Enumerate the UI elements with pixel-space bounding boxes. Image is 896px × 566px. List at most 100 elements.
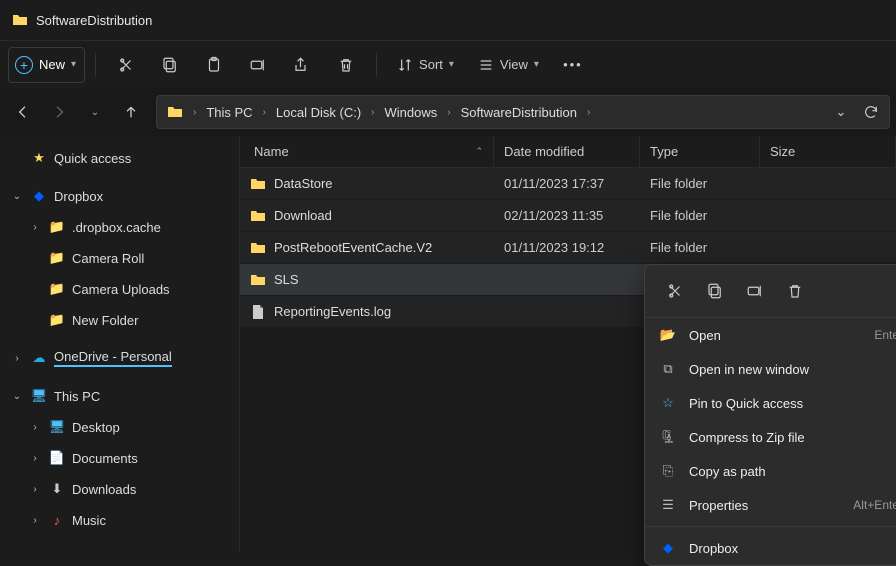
column-date[interactable]: Date modified — [494, 136, 640, 167]
view-button[interactable]: View ▾ — [468, 47, 549, 83]
sidebar-label: New Folder — [72, 313, 138, 328]
share-button[interactable] — [282, 47, 322, 83]
delete-button[interactable] — [326, 47, 366, 83]
column-label: Name — [254, 144, 289, 159]
file-name: DataStore — [274, 176, 333, 191]
recent-button[interactable]: ⌄ — [78, 95, 112, 129]
sidebar-label: Dropbox — [54, 189, 103, 204]
column-headers: Name ⌃ Date modified Type Size — [240, 136, 896, 168]
ctx-compress-zip[interactable]: 🗜Compress to Zip file — [645, 420, 896, 454]
breadcrumb-seg[interactable]: Local Disk (C:) — [270, 101, 367, 124]
back-button[interactable] — [6, 95, 40, 129]
paste-button[interactable] — [194, 47, 234, 83]
expander-icon: ⌄ — [10, 191, 24, 202]
sidebar-quick-access[interactable]: ★ Quick access — [4, 143, 235, 173]
star-icon: ★ — [30, 150, 48, 166]
file-type: File folder — [640, 176, 760, 191]
file-row[interactable]: DataStore01/11/2023 17:37File folder — [240, 168, 896, 199]
expander-icon: ⌄ — [10, 391, 24, 402]
content-area: Name⌃ Date modified Type Size DataStore0… — [240, 136, 896, 552]
more-button[interactable]: ••• — [553, 47, 593, 83]
sidebar-desktop[interactable]: ›🖥Desktop — [4, 412, 235, 442]
column-label: Date modified — [504, 144, 584, 159]
sidebar-this-pc[interactable]: ⌄🖥This PC — [4, 381, 235, 411]
file-name: PostRebootEventCache.V2 — [274, 240, 432, 255]
file-date: 01/11/2023 19:12 — [494, 240, 640, 255]
forward-button[interactable] — [42, 95, 76, 129]
file-row[interactable]: Download02/11/2023 11:35File folder — [240, 200, 896, 231]
copy-button[interactable] — [150, 47, 190, 83]
file-icon — [250, 304, 266, 320]
sidebar-music[interactable]: ›♪Music — [4, 505, 235, 535]
address-dropdown[interactable]: ⌄ — [827, 104, 855, 120]
sidebar-downloads[interactable]: ›⬇Downloads — [4, 474, 235, 504]
sort-asc-icon: ⌃ — [475, 146, 483, 157]
chevron-right-icon: › — [369, 107, 376, 118]
expander-icon: › — [28, 453, 42, 464]
properties-icon: ☰ — [659, 497, 677, 513]
ctx-rename-button[interactable] — [739, 275, 771, 307]
expander-icon: › — [28, 422, 42, 433]
folder-icon — [250, 272, 266, 288]
share-icon — [293, 56, 311, 74]
sidebar-camera-roll[interactable]: 📁Camera Roll — [4, 243, 235, 273]
titlebar: SoftwareDistribution — [0, 0, 896, 40]
chevron-right-icon: › — [445, 107, 452, 118]
column-name[interactable]: Name ⌃ — [240, 136, 494, 167]
refresh-button[interactable] — [857, 104, 885, 120]
view-label: View — [500, 57, 528, 72]
expander-icon: › — [28, 515, 42, 526]
ctx-dropbox[interactable]: ◆Dropbox› — [645, 531, 896, 565]
ctx-delete-button[interactable] — [779, 275, 811, 307]
sort-icon — [397, 57, 413, 73]
ctx-open-new-window[interactable]: ⧉Open in new window — [645, 352, 896, 386]
folder-icon: 📁 — [48, 312, 66, 328]
sidebar-label: OneDrive - Personal — [54, 349, 172, 367]
sidebar: ★ Quick access ⌄◆Dropbox ›📁.dropbox.cache… — [0, 136, 240, 552]
refresh-icon — [863, 104, 879, 120]
cut-button[interactable] — [106, 47, 146, 83]
chevron-right-icon: › — [191, 107, 198, 118]
rename-button[interactable] — [238, 47, 278, 83]
column-size[interactable]: Size — [760, 136, 896, 167]
folder-icon: 📁 — [48, 219, 66, 235]
up-button[interactable] — [114, 95, 148, 129]
dropbox-icon: ◆ — [659, 540, 677, 556]
folder-icon — [250, 240, 266, 256]
file-row[interactable]: PostRebootEventCache.V201/11/2023 19:12F… — [240, 232, 896, 263]
ctx-cut-button[interactable] — [659, 275, 691, 307]
column-type[interactable]: Type — [640, 136, 760, 167]
ctx-copy-button[interactable] — [699, 275, 731, 307]
ctx-label: Open — [689, 328, 721, 343]
ctx-open[interactable]: 📂OpenEnter — [645, 318, 896, 352]
sidebar-onedrive[interactable]: ›☁OneDrive - Personal — [4, 343, 235, 373]
sidebar-new-folder[interactable]: 📁 New Folder — [4, 305, 235, 335]
column-label: Size — [770, 144, 795, 159]
ctx-pin-quick-access[interactable]: ☆Pin to Quick access — [645, 386, 896, 420]
window-icon: ⧉ — [659, 361, 677, 377]
sidebar-label: Quick access — [54, 151, 131, 166]
sidebar-dropbox-cache[interactable]: ›📁.dropbox.cache — [4, 212, 235, 242]
ctx-label: Compress to Zip file — [689, 430, 805, 445]
sidebar-documents[interactable]: ›📄Documents — [4, 443, 235, 473]
divider — [645, 526, 896, 527]
sidebar-dropbox[interactable]: ⌄◆Dropbox — [4, 181, 235, 211]
ctx-copy-path[interactable]: ⎘Copy as path — [645, 454, 896, 488]
copy-icon — [161, 56, 179, 74]
copy-icon — [706, 282, 724, 300]
breadcrumb-root[interactable] — [161, 100, 189, 124]
new-button[interactable]: + New ▾ — [8, 47, 85, 83]
shortcut: Enter — [874, 328, 896, 342]
sidebar-camera-uploads[interactable]: 📁Camera Uploads — [4, 274, 235, 304]
sidebar-label: Documents — [72, 451, 138, 466]
ctx-properties[interactable]: ☰PropertiesAlt+Enter — [645, 488, 896, 522]
chevron-right-icon: › — [585, 107, 592, 118]
folder-icon — [167, 104, 183, 120]
sort-button[interactable]: Sort ▾ — [387, 47, 464, 83]
breadcrumb-seg[interactable]: This PC — [200, 101, 258, 124]
cloud-icon: ☁ — [30, 350, 48, 366]
address-bar[interactable]: › This PC › Local Disk (C:) › Windows › … — [156, 95, 890, 129]
view-icon — [478, 57, 494, 73]
breadcrumb-seg[interactable]: SoftwareDistribution — [455, 101, 583, 124]
breadcrumb-seg[interactable]: Windows — [379, 101, 444, 124]
